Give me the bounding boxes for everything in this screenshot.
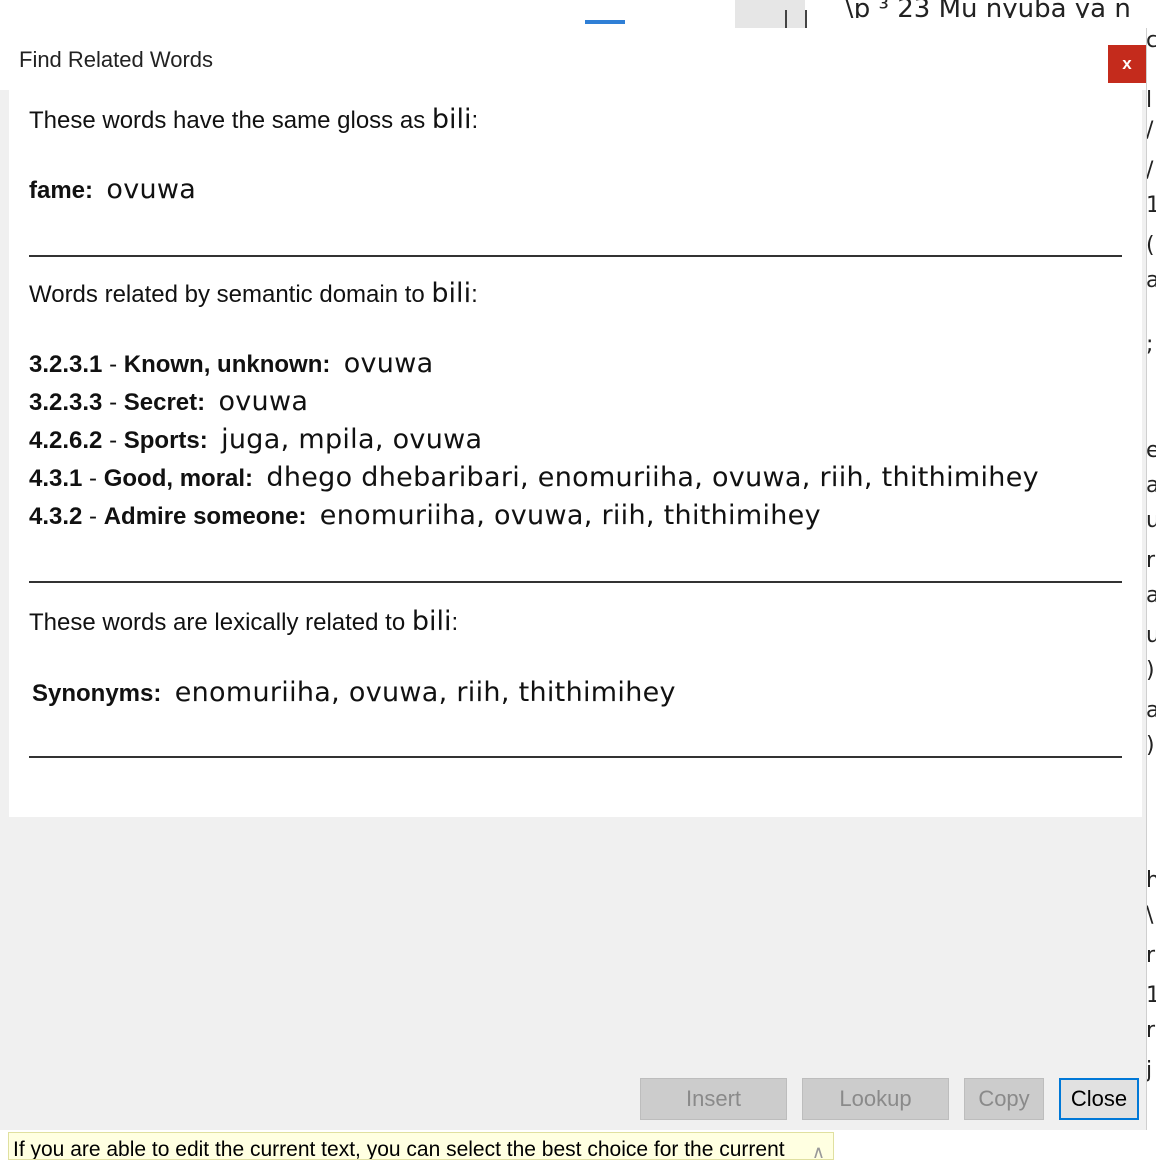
same-gloss-entry: fame: ovuwa xyxy=(29,174,197,205)
background-verse-text: \p ³ 23 Mu nyuba ya n xyxy=(845,0,1131,18)
background-text-fragment: r xyxy=(1146,943,1156,968)
section-divider xyxy=(29,581,1122,583)
dialog-titlebar[interactable]: Find Related Words x xyxy=(0,28,1146,90)
semantic-domain-entry: 4.3.2 - Admire someone: enomuriiha, ovuw… xyxy=(29,500,821,531)
background-text-fragment: 1 xyxy=(1146,983,1156,1008)
background-text-fragment: r xyxy=(1146,1018,1156,1043)
background-text-fragment: a xyxy=(1146,473,1156,498)
semantic-domain-entry: 3.2.3.3 - Secret: ovuwa xyxy=(29,386,309,417)
background-text-fragment: ) xyxy=(1146,733,1155,758)
close-button[interactable]: Close xyxy=(1059,1078,1139,1120)
background-text-fragment: / xyxy=(1146,118,1154,143)
insert-button[interactable]: Insert xyxy=(640,1078,787,1120)
background-window-top: \p ³ 23 Mu nyuba ya n xyxy=(0,0,1156,30)
headword: bili xyxy=(431,278,472,309)
background-text-fragment: r xyxy=(1146,548,1156,573)
related-words-content: These words have the same gloss as bili:… xyxy=(9,90,1142,817)
background-blue-marker xyxy=(585,20,625,24)
background-text-fragment: ) xyxy=(1146,658,1155,683)
background-text-fragment: a xyxy=(1146,268,1156,293)
same-gloss-heading: These words have the same gloss as bili: xyxy=(29,104,479,135)
background-text-fragment: ( xyxy=(1146,233,1155,258)
close-icon[interactable]: x xyxy=(1108,45,1146,83)
semantic-domain-entry: 3.2.3.1 - Known, unknown: ovuwa xyxy=(29,348,434,379)
background-text-fragment: h xyxy=(1146,868,1156,893)
background-text-fragment: ; xyxy=(1146,332,1154,357)
semantic-domain-entry: 4.2.6.2 - Sports: juga, mpila, ovuwa xyxy=(29,424,483,455)
background-text-fragment: u xyxy=(1146,508,1156,533)
chevron-up-icon: ∧ xyxy=(811,1142,825,1160)
background-text-fragment: a xyxy=(1146,583,1156,608)
semantic-domain-heading: Words related by semantic domain to bili… xyxy=(29,278,478,309)
lexical-relation-heading: These words are lexically related to bil… xyxy=(29,606,459,637)
copy-button[interactable]: Copy xyxy=(964,1078,1044,1120)
background-text-fragment: e xyxy=(1146,438,1156,463)
background-text-fragment: 1 xyxy=(1146,193,1156,218)
section-divider xyxy=(29,255,1122,257)
background-window-right-edge: c l //1(a; e a u r a u) a) h \ r 1 r j xyxy=(1146,28,1156,1160)
headword: bili xyxy=(411,606,452,637)
background-text-fragment: / xyxy=(1146,158,1154,183)
background-text-fragment: \ xyxy=(1146,903,1154,928)
background-text-fragment: u xyxy=(1146,623,1156,648)
help-tooltip: If you are able to edit the current text… xyxy=(8,1132,834,1160)
lookup-button[interactable]: Lookup xyxy=(802,1078,949,1120)
dialog-title: Find Related Words xyxy=(19,47,214,72)
background-text-fragment: c xyxy=(1146,28,1156,53)
semantic-domain-entry: 4.3.1 - Good, moral: dhego dhebaribari, … xyxy=(29,462,1039,493)
find-related-words-dialog: Find Related Words x These words have th… xyxy=(0,28,1147,1130)
section-divider xyxy=(29,756,1122,758)
headword: bili xyxy=(431,104,472,135)
background-checkbox-icon xyxy=(785,10,807,30)
lexical-relation-entry: Synonyms: enomuriiha, ovuwa, riih, thith… xyxy=(32,677,676,708)
background-text-fragment: a xyxy=(1146,698,1156,723)
